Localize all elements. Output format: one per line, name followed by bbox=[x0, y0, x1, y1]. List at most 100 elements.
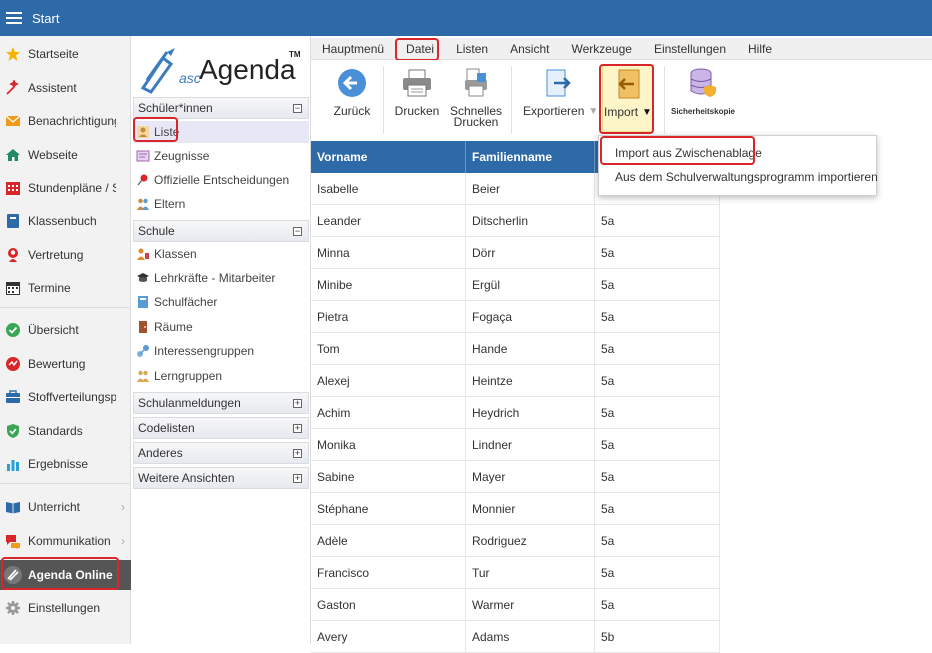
section-codelisten[interactable]: Codelisten + bbox=[133, 417, 309, 439]
column-header-vorname[interactable]: Vorname bbox=[311, 141, 466, 173]
cell-familienname: Lindner bbox=[466, 429, 595, 460]
column-header-familienname[interactable]: Familienname bbox=[466, 141, 595, 173]
collapse-toggle[interactable]: − bbox=[293, 226, 302, 236]
briefcase-icon bbox=[5, 389, 21, 405]
sidebar-item-kommunikation[interactable]: Kommunikation › bbox=[0, 527, 131, 555]
expand-toggle[interactable]: + bbox=[293, 423, 302, 433]
table-row[interactable]: Stéphane Monnier 5a bbox=[311, 493, 720, 525]
cell-vorname: Adèle bbox=[311, 525, 466, 556]
expand-toggle[interactable]: + bbox=[293, 473, 302, 483]
sidebar-item-agenda-online[interactable]: Agenda Online bbox=[0, 560, 131, 590]
sidebar-item-bewertung[interactable]: Bewertung bbox=[0, 350, 131, 378]
learning-groups-icon bbox=[136, 369, 150, 383]
table-row[interactable]: Pietra Fogaça 5a bbox=[311, 301, 720, 333]
cell-familienname: Ergül bbox=[466, 269, 595, 300]
expand-toggle[interactable]: + bbox=[293, 448, 302, 458]
sidebar-item-stoffverteilungsplan[interactable]: Stoffverteilungsplan bbox=[0, 383, 131, 411]
quick-print-button[interactable]: Schnelles Drucken bbox=[449, 66, 503, 128]
table-row[interactable]: Alexej Heintze 5a bbox=[311, 365, 720, 397]
table-row[interactable]: Francisco Tur 5a bbox=[311, 557, 720, 589]
back-button[interactable]: Zurück bbox=[333, 66, 371, 117]
table-row[interactable]: Monika Lindner 5a bbox=[311, 429, 720, 461]
cell-vorname: Sabine bbox=[311, 461, 466, 492]
cell-klasse: 5a bbox=[595, 269, 720, 300]
cell-vorname: Pietra bbox=[311, 301, 466, 332]
cell-klasse: 5a bbox=[595, 397, 720, 428]
table-row[interactable]: Leander Ditscherlin 5a bbox=[311, 205, 720, 237]
subitem-klassen[interactable]: Klassen bbox=[136, 243, 310, 265]
subject-book-icon bbox=[136, 295, 150, 309]
menu-werkzeuge[interactable]: Werkzeuge bbox=[560, 42, 642, 56]
table-row[interactable]: Avery Adams 5b bbox=[311, 621, 720, 653]
cell-klasse: 5a bbox=[595, 493, 720, 524]
table-row[interactable]: Minibe Ergül 5a bbox=[311, 269, 720, 301]
sidebar-item-unterricht[interactable]: Unterricht › bbox=[0, 493, 131, 521]
section-anderes[interactable]: Anderes + bbox=[133, 442, 309, 464]
sidebar-item-termine[interactable]: Termine bbox=[0, 274, 131, 302]
menu-ansicht[interactable]: Ansicht bbox=[499, 42, 560, 56]
import-button[interactable]: Import ▼ bbox=[602, 64, 654, 132]
subitem-offizielle-entscheidungen[interactable]: Offizielle Entscheidungen bbox=[136, 169, 310, 191]
cell-klasse: 5a bbox=[595, 589, 720, 620]
sidebar-item-einstellungen[interactable]: Einstellungen bbox=[0, 594, 131, 622]
table-row[interactable]: Sabine Mayer 5a bbox=[311, 461, 720, 493]
check-circle-icon bbox=[5, 322, 21, 338]
expand-toggle[interactable]: + bbox=[293, 398, 302, 408]
menu-hauptmenue[interactable]: Hauptmenü bbox=[311, 42, 395, 56]
section-schulanmeldungen[interactable]: Schulanmeldungen + bbox=[133, 392, 309, 414]
subitem-lehrkraefte[interactable]: Lehrkräfte - Mitarbeiter bbox=[136, 267, 310, 289]
subitem-schulfaecher[interactable]: Schulfächer bbox=[136, 291, 310, 313]
subitem-raeume[interactable]: Räume bbox=[136, 316, 310, 338]
table-row[interactable]: Achim Heydrich 5a bbox=[311, 397, 720, 429]
sidebar-item-klassenbuch[interactable]: Klassenbuch bbox=[0, 207, 131, 235]
table-row[interactable]: Tom Hande 5a bbox=[311, 333, 720, 365]
subitem-liste[interactable]: Liste bbox=[133, 121, 309, 143]
student-list-icon bbox=[136, 125, 150, 139]
sidebar-item-webseite[interactable]: Webseite bbox=[0, 141, 131, 169]
subitem-lerngruppen[interactable]: Lerngruppen bbox=[136, 365, 310, 387]
subitem-interessengruppen[interactable]: Interessengruppen bbox=[136, 340, 310, 362]
chevron-right-icon: › bbox=[121, 500, 125, 514]
menu-listen[interactable]: Listen bbox=[445, 42, 499, 56]
dropdown-arrow-icon: ▼ bbox=[588, 106, 599, 117]
calendar-icon bbox=[5, 280, 21, 296]
sidebar-item-stundenplaene[interactable]: Stundenpläne / Supplierpläne bbox=[0, 174, 131, 202]
cell-familienname: Fogaça bbox=[466, 301, 595, 332]
section-schueler[interactable]: Schüler*innen − bbox=[133, 97, 309, 119]
cell-vorname: Minna bbox=[311, 237, 466, 268]
logo-prefix: asc bbox=[179, 70, 201, 86]
cell-familienname: Tur bbox=[466, 557, 595, 588]
export-button[interactable]: Exportieren ▼ bbox=[523, 66, 601, 117]
bar-chart-icon bbox=[5, 456, 21, 472]
collapse-toggle[interactable]: − bbox=[293, 103, 302, 113]
sidebar-item-startseite[interactable]: Startseite bbox=[0, 40, 131, 68]
parents-icon bbox=[136, 197, 150, 211]
sidebar-item-standards[interactable]: Standards bbox=[0, 417, 131, 445]
toolbar-divider bbox=[664, 66, 665, 134]
sidebar-item-vertretung[interactable]: Vertretung bbox=[0, 241, 131, 269]
book-icon bbox=[5, 213, 21, 229]
section-schule[interactable]: Schule − bbox=[133, 220, 309, 242]
menu-datei[interactable]: Datei bbox=[395, 42, 445, 56]
hamburger-menu-icon[interactable] bbox=[6, 12, 22, 24]
menu-item-import-zwischenablage[interactable]: Import aus Zwischenablage bbox=[615, 146, 762, 160]
section-weitere-ansichten[interactable]: Weitere Ansichten + bbox=[133, 467, 309, 489]
dropdown-arrow-icon: ▼ bbox=[642, 107, 652, 118]
menu-hilfe[interactable]: Hilfe bbox=[737, 42, 783, 56]
subitem-eltern[interactable]: Eltern bbox=[136, 193, 310, 215]
backup-button[interactable]: Sicherheitskopie bbox=[669, 66, 737, 117]
sidebar-item-ergebnisse[interactable]: Ergebnisse bbox=[0, 450, 131, 478]
sidebar-item-benachrichtigungen[interactable]: Benachrichtigungen bbox=[0, 107, 131, 135]
table-row[interactable]: Adèle Rodriguez 5a bbox=[311, 525, 720, 557]
table-row[interactable]: Gaston Warmer 5a bbox=[311, 589, 720, 621]
sidebar-item-assistent[interactable]: Assistent bbox=[0, 74, 131, 102]
sidebar-item-uebersicht[interactable]: Übersicht bbox=[0, 316, 131, 344]
table-row[interactable]: Minna Dörr 5a bbox=[311, 237, 720, 269]
print-button[interactable]: Drucken bbox=[395, 66, 439, 117]
cell-familienname: Heydrich bbox=[466, 397, 595, 428]
menu-item-import-schulverwaltung[interactable]: Aus dem Schulverwaltungsprogramm importi… bbox=[615, 170, 878, 184]
import-dropdown-menu: Import aus Zwischenablage Aus dem Schulv… bbox=[598, 135, 878, 196]
menu-einstellungen[interactable]: Einstellungen bbox=[643, 42, 737, 56]
cell-klasse: 5a bbox=[595, 205, 720, 236]
subitem-zeugnisse[interactable]: Zeugnisse bbox=[136, 145, 310, 167]
